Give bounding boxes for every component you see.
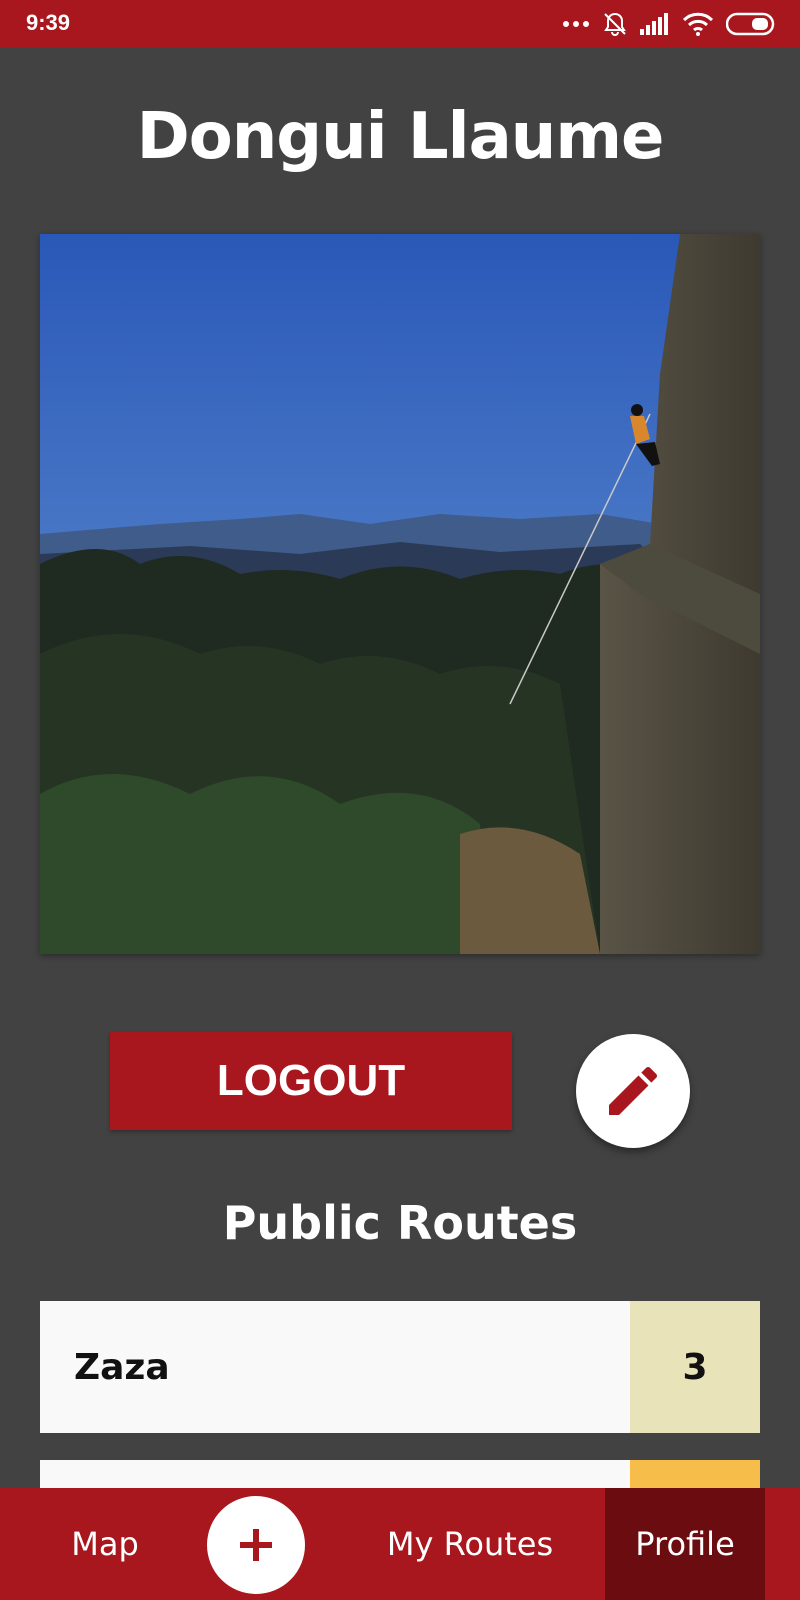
list-item[interactable]: Zaza 3	[40, 1301, 760, 1433]
profile-photo	[40, 234, 760, 954]
plus-icon	[240, 1529, 272, 1561]
pencil-icon	[609, 1066, 658, 1115]
wifi-icon	[682, 12, 714, 36]
bottom-nav: Map My Routes Profile	[0, 1488, 800, 1600]
status-icons	[562, 10, 776, 38]
status-bar: 9:39	[0, 0, 800, 48]
nav-map[interactable]: Map	[40, 1488, 170, 1600]
battery-icon	[726, 12, 775, 36]
route-count: 3	[630, 1301, 760, 1433]
logout-button[interactable]: LOGOUT	[110, 1032, 512, 1130]
section-title: Public Routes	[222, 1196, 578, 1250]
nav-profile[interactable]: Profile	[605, 1488, 765, 1600]
add-route-button[interactable]	[207, 1496, 305, 1594]
more-dots-icon	[563, 21, 589, 27]
status-time: 9:39	[26, 10, 71, 35]
edit-profile-button[interactable]	[576, 1034, 690, 1148]
signal-icon	[640, 13, 668, 35]
nav-my-routes[interactable]: My Routes	[340, 1488, 600, 1600]
muted-bell-icon	[604, 12, 626, 36]
profile-name: Dongui Llaume	[136, 100, 665, 174]
route-name: Zaza	[74, 1346, 170, 1388]
